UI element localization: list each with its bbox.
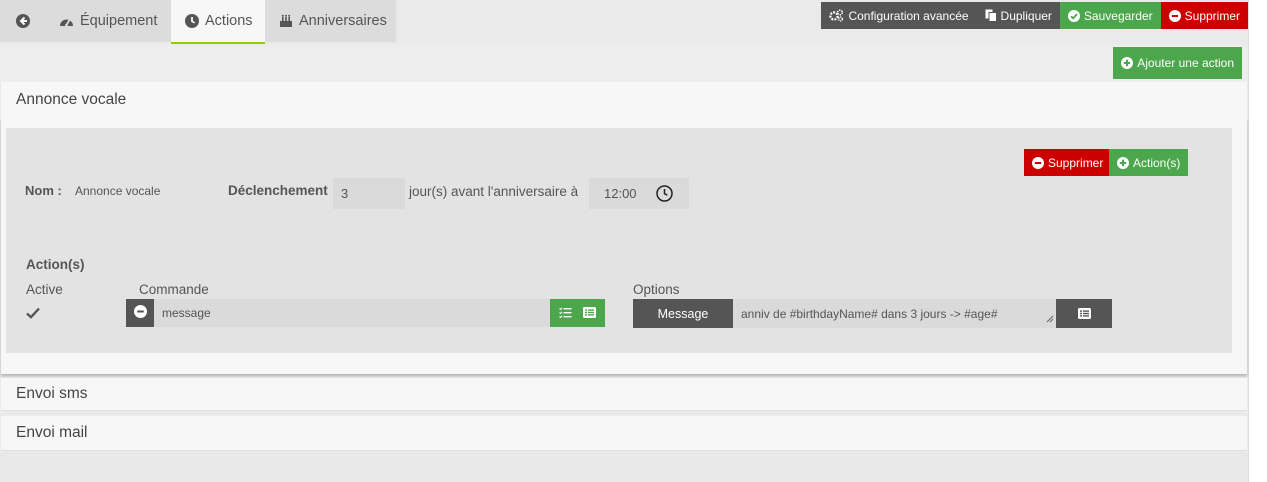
panel-title: Envoi mail (16, 424, 88, 441)
toolbar: Configuration avancée Dupliquer Sauvegar… (821, 2, 1248, 29)
panel-header-mail[interactable]: Envoi mail (1, 416, 1247, 451)
message-value: anniv de #birthdayName# dans 3 jours -> … (741, 306, 998, 321)
tab-back[interactable] (0, 0, 45, 42)
minus-circle-icon (1032, 156, 1044, 169)
plus-circle-icon (1121, 57, 1134, 69)
add-sub-action-button[interactable]: Action(s) (1109, 149, 1189, 176)
gears-icon (829, 9, 844, 22)
copy-icon (985, 9, 997, 22)
duplicate-button[interactable]: Dupliquer (976, 2, 1060, 29)
message-option-button[interactable]: Message (633, 299, 733, 328)
check-icon[interactable] (26, 306, 40, 322)
command-value: message (162, 306, 211, 320)
panel-title: Envoi sms (16, 385, 88, 402)
arrow-left-circle-icon (15, 14, 30, 28)
command-picker-group (550, 299, 605, 327)
action-bar: Ajouter une action (0, 44, 1248, 82)
minus-circle-icon (1168, 9, 1181, 22)
duplicate-label: Dupliquer (1000, 8, 1052, 23)
add-action-label: Ajouter une action (1137, 56, 1234, 70)
trigger-label: Déclenchement (228, 183, 328, 198)
scrollbar-track[interactable] (1248, 0, 1267, 482)
delete-action-button[interactable]: Supprimer (1024, 149, 1112, 176)
column-active: Active (26, 282, 63, 297)
command-input[interactable]: message (154, 299, 550, 327)
check-circle-icon (1067, 9, 1080, 22)
days-value: 3 (341, 186, 349, 201)
delete-button[interactable]: Supprimer (1160, 2, 1248, 29)
column-options: Options (633, 282, 680, 297)
page-footer-area (0, 452, 1248, 482)
advanced-config-button[interactable]: Configuration avancée (821, 2, 977, 29)
message-options-picker-button[interactable] (1056, 299, 1112, 328)
minus-circle-icon (133, 305, 147, 321)
delete-label: Supprimer (1184, 8, 1240, 23)
add-sub-action-label: Action(s) (1133, 155, 1181, 170)
time-input[interactable]: 12:00 (589, 178, 689, 209)
panel-voice-body: Supprimer Action(s) Nom : Annonce vocale… (6, 128, 1232, 353)
column-command: Commande (139, 282, 209, 297)
list-alt-icon (1077, 306, 1091, 322)
list-check-icon[interactable] (559, 305, 572, 321)
time-value: 12:00 (604, 186, 637, 201)
save-button[interactable]: Sauvegarder (1059, 2, 1161, 29)
tab-actions[interactable]: Actions (171, 0, 265, 44)
tab-equipement[interactable]: Équipement (45, 0, 171, 42)
plus-circle-icon (1117, 156, 1129, 169)
list-alt-icon[interactable] (582, 305, 596, 321)
clock-icon[interactable] (656, 185, 673, 205)
days-input[interactable]: 3 (333, 178, 405, 209)
save-label: Sauvegarder (1083, 8, 1153, 23)
name-value: Annonce vocale (75, 184, 161, 198)
actions-heading: Action(s) (26, 257, 85, 272)
tab-label: Actions (205, 13, 253, 29)
message-option-label: Message (657, 306, 709, 321)
remove-command-button[interactable] (126, 299, 154, 327)
tab-label: Équipement (80, 13, 158, 29)
advanced-config-label: Configuration avancée (848, 8, 969, 23)
tab-anniversaires[interactable]: Anniversaires (265, 0, 396, 42)
clock-icon (185, 14, 199, 28)
delete-action-label: Supprimer (1048, 155, 1104, 170)
resize-handle-icon[interactable] (1046, 312, 1054, 326)
panel-title: Annonce vocale (16, 91, 127, 108)
message-textarea[interactable]: anniv de #birthdayName# dans 3 jours -> … (733, 299, 1056, 328)
panel-header-voice[interactable]: Annonce vocale (1, 82, 1247, 118)
birthday-cake-icon (279, 14, 293, 28)
days-suffix-label: jour(s) avant l'anniversaire à (409, 184, 579, 199)
add-action-button[interactable]: Ajouter une action (1113, 47, 1242, 79)
tachometer-icon (59, 15, 74, 28)
tab-label: Anniversaires (299, 13, 387, 29)
panel-header-sms[interactable]: Envoi sms (1, 378, 1247, 411)
name-label: Nom : (25, 183, 62, 198)
